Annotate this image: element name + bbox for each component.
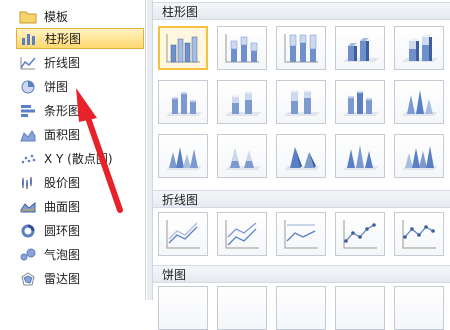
chart-type-sidebar: 模板 柱形图 折线图 饼图 条形图 面积图 X Y (散点图) 股价图 曲面图 … xyxy=(0,0,146,300)
sidebar-item-label: 曲面图 xyxy=(44,200,81,214)
sidebar-item-doughnut[interactable]: 圆环图 xyxy=(16,220,144,241)
sidebar-item-label: 柱形图 xyxy=(45,32,82,46)
sidebar-item-line[interactable]: 折线图 xyxy=(16,52,144,73)
exploded-pie-thumb[interactable] xyxy=(335,286,385,330)
pyramid-column-thumb[interactable] xyxy=(276,134,326,178)
folder-icon xyxy=(18,9,38,25)
chart-gallery: 柱形图 折线图 饼图 xyxy=(153,0,450,330)
percent-stacked-column-thumb[interactable] xyxy=(276,26,326,70)
percent-cylinder-thumb[interactable] xyxy=(276,80,326,124)
cone-stacked-thumb[interactable] xyxy=(217,134,267,178)
percent-line-thumb[interactable] xyxy=(276,212,326,256)
column-chart-icon xyxy=(19,31,39,47)
3d-clustered-column-thumb[interactable] xyxy=(335,26,385,70)
bar-chart-icon xyxy=(18,103,38,119)
section-title: 折线图 xyxy=(162,192,199,207)
pie-3d-thumb[interactable] xyxy=(217,286,267,330)
section-header-line: 折线图 xyxy=(153,190,450,208)
pyramid-stacked-thumb[interactable] xyxy=(335,134,385,178)
section-title: 饼图 xyxy=(162,267,187,282)
doughnut-chart-icon xyxy=(18,223,38,239)
cone-clustered-thumb[interactable] xyxy=(158,134,208,178)
section-title: 柱形图 xyxy=(162,4,199,19)
stacked-column-thumb[interactable] xyxy=(217,26,267,70)
stock-chart-icon xyxy=(18,175,38,191)
stacked-line-thumb[interactable] xyxy=(217,212,267,256)
sidebar-item-label: 气泡图 xyxy=(44,248,81,262)
sidebar-item-scatter[interactable]: X Y (散点图) xyxy=(16,148,144,169)
bubble-chart-icon xyxy=(18,247,38,263)
sidebar-item-label: 圆环图 xyxy=(44,224,81,238)
stacked-cylinder-thumb[interactable] xyxy=(217,80,267,124)
sidebar-item-stock[interactable]: 股价图 xyxy=(16,172,144,193)
sidebar-item-area[interactable]: 面积图 xyxy=(16,124,144,145)
cylinder-column-thumb[interactable] xyxy=(158,80,208,124)
pyramid-3d-thumb[interactable] xyxy=(394,134,444,178)
scatter-chart-icon xyxy=(18,151,38,167)
pie-of-pie-thumb[interactable] xyxy=(276,286,326,330)
sidebar-item-surface[interactable]: 曲面图 xyxy=(16,196,144,217)
sidebar-item-radar[interactable]: 雷达图 xyxy=(16,268,144,289)
section-header-column: 柱形图 xyxy=(153,2,450,20)
radar-chart-icon xyxy=(18,271,38,287)
column-chart-thumb[interactable] xyxy=(158,26,208,70)
area-chart-icon xyxy=(18,127,38,143)
sidebar-item-pie[interactable]: 饼图 xyxy=(16,76,144,97)
sidebar-item-label: 条形图 xyxy=(44,104,81,118)
sidebar-item-label: 雷达图 xyxy=(44,272,81,286)
surface-chart-icon xyxy=(18,199,38,215)
sidebar-item-label: 面积图 xyxy=(44,128,81,142)
3d-cylinder-thumb[interactable] xyxy=(335,80,385,124)
sidebar-item-label: 折线图 xyxy=(44,56,81,70)
sidebar-item-label: X Y (散点图) xyxy=(44,152,113,166)
bar-of-pie-thumb[interactable] xyxy=(394,286,444,330)
sidebar-item-label: 股价图 xyxy=(44,176,81,190)
sidebar-item-column[interactable]: 柱形图 xyxy=(16,28,144,49)
stacked-line-markers-thumb[interactable] xyxy=(394,212,444,256)
cone-column-thumb[interactable] xyxy=(394,80,444,124)
line-chart-thumb[interactable] xyxy=(158,212,208,256)
sidebar-item-bubble[interactable]: 气泡图 xyxy=(16,244,144,265)
sidebar-item-bar[interactable]: 条形图 xyxy=(16,100,144,121)
pie-chart-thumb[interactable] xyxy=(158,286,208,330)
line-chart-icon xyxy=(18,55,38,71)
sidebar-item-label: 模板 xyxy=(44,10,69,24)
sidebar-item-templates[interactable]: 模板 xyxy=(16,6,144,27)
pie-chart-icon xyxy=(18,79,38,95)
section-header-pie: 饼图 xyxy=(153,265,450,283)
line-markers-thumb[interactable] xyxy=(335,212,385,256)
3d-stacked-column-thumb[interactable] xyxy=(394,26,444,70)
sidebar-item-label: 饼图 xyxy=(44,80,69,94)
